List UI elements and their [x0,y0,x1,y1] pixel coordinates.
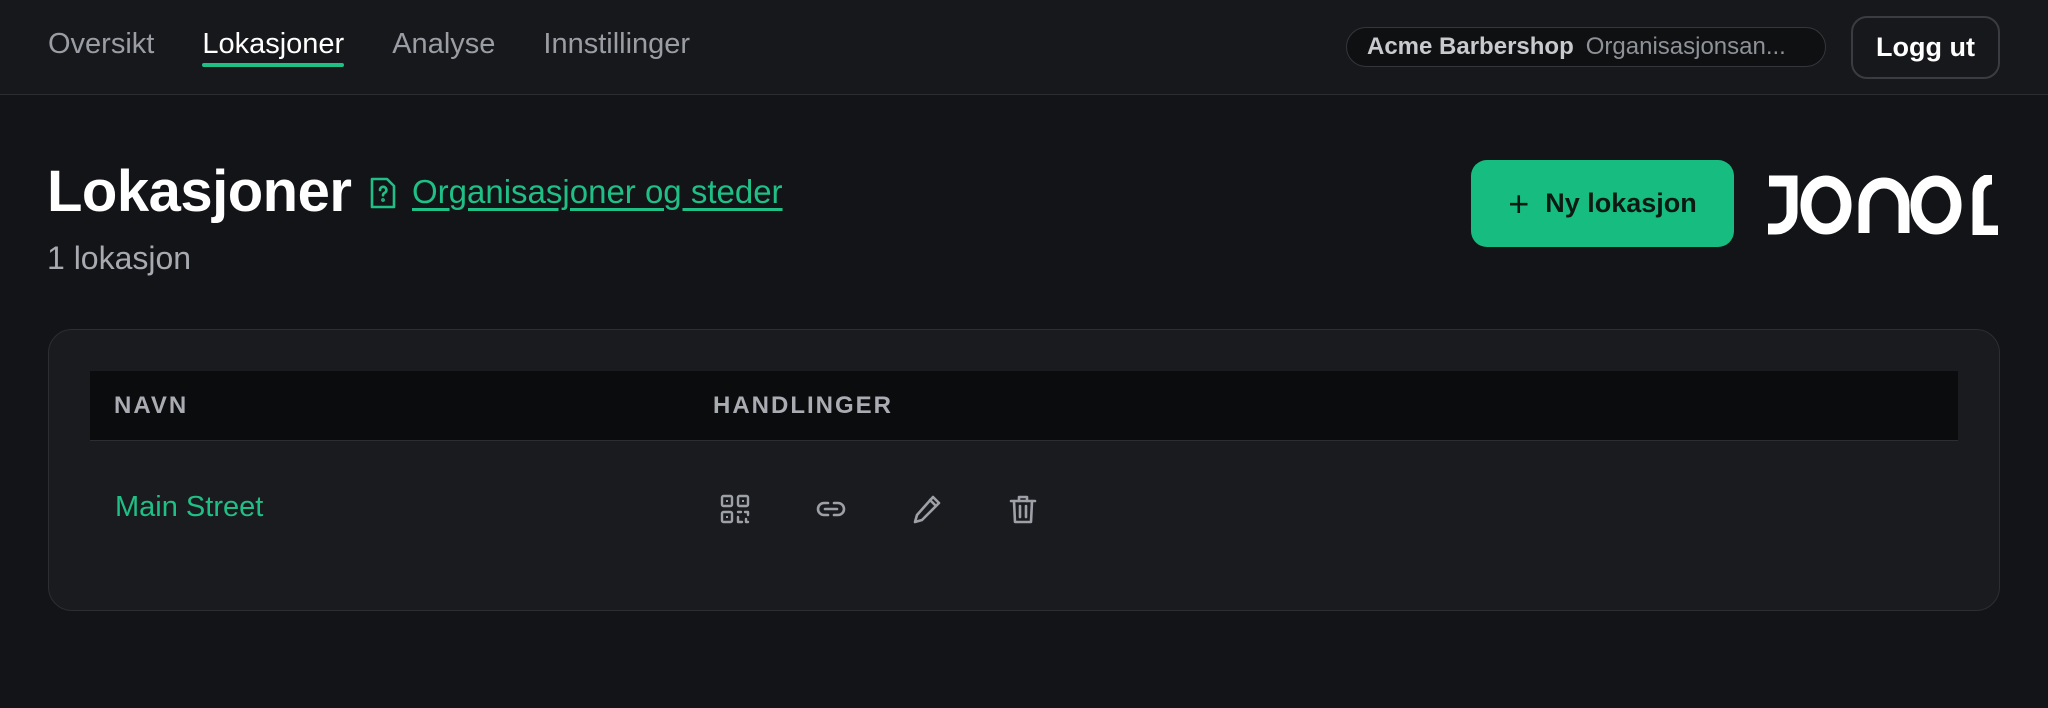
page-title: Lokasjoner [47,159,352,224]
top-navbar: Oversikt Lokasjoner Analyse Innstillinge… [0,0,2048,95]
main-nav: Oversikt Lokasjoner Analyse Innstillinge… [48,0,738,95]
location-name-link[interactable]: Main Street [115,491,263,524]
delete-icon [1009,495,1037,524]
table-header: NAVN HANDLINGER [90,371,1958,441]
logout-button[interactable]: Logg ut [1851,16,2000,79]
new-location-label: Ny lokasjon [1545,188,1697,218]
copy-link-button[interactable] [809,487,853,531]
plus-icon: + [1508,182,1530,224]
link-icon [816,501,846,517]
tab-analyse[interactable]: Analyse [392,0,495,95]
tab-oversikt[interactable]: Oversikt [48,0,154,95]
organization-name: Acme Barbershop [1367,33,1574,60]
edit-icon [913,495,941,524]
location-count: 1 lokasjon [47,240,192,276]
tab-innstillinger[interactable]: Innstillinger [543,0,690,95]
document-help-icon [370,177,396,209]
organizations-link[interactable]: Organisasjoner og steder [412,173,783,211]
organization-role: Organisasjonsan... [1585,33,1786,60]
tab-lokasjoner[interactable]: Lokasjoner [202,0,344,95]
delete-button[interactable] [1001,487,1045,531]
column-header-name: NAVN [114,392,189,419]
edit-button[interactable] [905,487,949,531]
jonot-logo [1768,175,1998,235]
locations-card: NAVN HANDLINGER Main Street [48,329,2000,611]
qr-code-button[interactable] [713,487,757,531]
new-location-button[interactable]: + Ny lokasjon [1471,160,1734,247]
qr-code-icon [720,494,750,524]
column-header-actions: HANDLINGER [713,392,893,419]
organization-switcher[interactable]: Acme Barbershop Organisasjonsan... [1346,27,1826,67]
